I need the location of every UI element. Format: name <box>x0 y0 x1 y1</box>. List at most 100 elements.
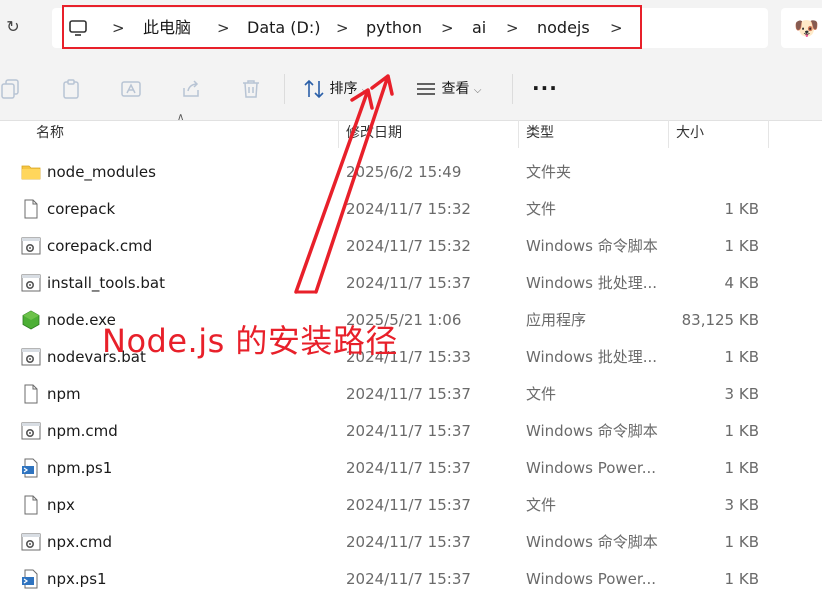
file-row[interactable]: npm 2024/11/7 15:37 文件 3 KB <box>0 376 822 413</box>
file-size: 1 KB <box>724 570 759 588</box>
file-size: 1 KB <box>724 348 759 366</box>
script-gear-icon <box>21 347 41 367</box>
file-type: 文件 <box>526 496 557 514</box>
file-modified-date: 2024/11/7 15:37 <box>346 274 471 292</box>
file-size: 1 KB <box>724 459 759 477</box>
file-icon <box>21 199 41 219</box>
file-type: Windows Power... <box>526 570 657 588</box>
file-modified-date: 2024/11/7 15:37 <box>346 459 471 477</box>
file-modified-date: 2024/11/7 15:37 <box>346 385 471 403</box>
file-type: Windows 批处理... <box>526 348 658 366</box>
file-row[interactable]: corepack 2024/11/7 15:32 文件 1 KB <box>0 191 822 228</box>
file-row[interactable]: npm.cmd 2024/11/7 15:37 Windows 命令脚本 1 KB <box>0 413 822 450</box>
file-modified-date: 2024/11/7 15:37 <box>346 422 471 440</box>
powershell-file-icon <box>21 569 41 589</box>
monitor-icon[interactable] <box>68 8 88 48</box>
file-name: npm.ps1 <box>47 459 113 477</box>
file-modified-date: 2024/11/7 15:32 <box>346 237 471 255</box>
share-icon[interactable] <box>180 78 202 100</box>
file-row[interactable]: install_tools.bat 2024/11/7 15:37 Windows … <box>0 265 822 302</box>
file-name: install_tools.bat <box>47 274 165 292</box>
node-hexagon-icon <box>21 310 41 330</box>
column-header-name[interactable]: 名称 <box>36 120 64 146</box>
file-type: Windows 命令脚本 <box>526 237 658 255</box>
column-header-date[interactable]: 修改日期 <box>346 120 402 146</box>
paste-icon[interactable] <box>60 78 82 100</box>
breadcrumb-separator[interactable]: > <box>506 8 519 48</box>
toolbar-divider <box>284 74 285 104</box>
file-type: Windows 批处理... <box>526 274 658 292</box>
folder-icon <box>21 162 41 182</box>
file-modified-date: 2024/11/7 15:37 <box>346 570 471 588</box>
column-header-type[interactable]: 类型 <box>526 120 554 146</box>
delete-icon[interactable] <box>240 78 262 100</box>
column-header-size[interactable]: 大小 <box>676 120 704 146</box>
view-button[interactable]: 查看 ⌵ <box>415 76 482 102</box>
search-box[interactable]: 🐶 <box>781 8 822 48</box>
file-row[interactable]: npm.ps1 2024/11/7 15:37 Windows Power... 1 … <box>0 450 822 487</box>
breadcrumb-separator[interactable]: > <box>441 8 454 48</box>
breadcrumb-ai[interactable]: ai <box>472 8 486 48</box>
file-type: 文件 <box>526 200 557 218</box>
file-type: Windows 命令脚本 <box>526 422 658 440</box>
sort-button[interactable]: 排序 ⌵ <box>303 76 370 102</box>
file-size: 83,125 KB <box>681 311 759 329</box>
view-label: 查看 <box>441 81 470 97</box>
copy-icon[interactable] <box>0 78 22 100</box>
file-row[interactable]: corepack.cmd 2024/11/7 15:32 Windows 命令脚本 1… <box>0 228 822 265</box>
file-name: npm.cmd <box>47 422 118 440</box>
file-name: corepack <box>47 200 116 218</box>
refresh-icon[interactable]: ↻ <box>4 18 22 36</box>
file-type: Windows 命令脚本 <box>526 533 658 551</box>
column-resize-handle[interactable] <box>668 120 669 148</box>
file-name: corepack.cmd <box>47 237 153 255</box>
command-bar: 排序 ⌵ 查看 ⌵ ··· <box>0 58 822 121</box>
file-icon <box>21 384 41 404</box>
breadcrumb-separator[interactable]: > <box>336 8 349 48</box>
more-options-button[interactable]: ··· <box>532 76 558 100</box>
file-size: 1 KB <box>724 422 759 440</box>
annotation-text: Node.js 的安装路径 <box>102 322 398 360</box>
file-row[interactable]: node_modules 2025/6/2 15:49 文件夹 <box>0 154 822 191</box>
script-gear-icon <box>21 273 41 293</box>
column-header-row: 名称 修改日期 类型 大小 <box>0 120 822 148</box>
file-type: 文件 <box>526 385 557 403</box>
breadcrumb-nodejs[interactable]: nodejs <box>537 8 590 48</box>
dog-avatar-icon: 🐶 <box>794 16 819 40</box>
file-row[interactable]: npx 2024/11/7 15:37 文件 3 KB <box>0 487 822 524</box>
powershell-file-icon <box>21 458 41 478</box>
file-modified-date: 2024/11/7 15:37 <box>346 533 471 551</box>
file-size: 1 KB <box>724 237 759 255</box>
breadcrumb-python[interactable]: python <box>366 8 422 48</box>
file-modified-date: 2024/11/7 15:32 <box>346 200 471 218</box>
rename-icon[interactable] <box>120 78 142 100</box>
file-size: 3 KB <box>724 496 759 514</box>
file-name: node_modules <box>47 163 156 181</box>
file-row[interactable]: npx.cmd 2024/11/7 15:37 Windows 命令脚本 1 KB <box>0 524 822 561</box>
file-type: 文件夹 <box>526 163 572 181</box>
file-size: 1 KB <box>724 533 759 551</box>
view-lines-icon <box>417 83 435 95</box>
file-icon <box>21 495 41 515</box>
script-gear-icon <box>21 421 41 441</box>
column-resize-handle[interactable] <box>338 120 339 148</box>
address-bar[interactable]: > 此电脑 > Data (D:) > python > ai > nodejs… <box>52 8 768 48</box>
file-size: 3 KB <box>724 385 759 403</box>
toolbar-divider <box>512 74 513 104</box>
title-bar: ↻ > 此电脑 > Data (D:) > python > ai > node… <box>0 0 822 58</box>
sort-arrows-icon <box>304 79 324 99</box>
breadcrumb-this-pc[interactable]: 此电脑 <box>143 8 191 48</box>
breadcrumb-drive[interactable]: Data (D:) <box>247 8 320 48</box>
chevron-down-icon: ⌵ <box>473 85 482 96</box>
file-type: 应用程序 <box>526 311 587 329</box>
file-row[interactable]: npx.ps1 2024/11/7 15:37 Windows Power... 1 … <box>0 561 822 598</box>
file-name: npm <box>47 385 81 403</box>
column-resize-handle[interactable] <box>768 120 769 148</box>
breadcrumb-separator[interactable]: > <box>112 8 125 48</box>
file-name: npx.ps1 <box>47 570 107 588</box>
script-gear-icon <box>21 236 41 256</box>
breadcrumb-separator[interactable]: > <box>217 8 230 48</box>
column-resize-handle[interactable] <box>518 120 519 148</box>
breadcrumb-separator[interactable]: > <box>610 8 623 48</box>
file-size: 1 KB <box>724 200 759 218</box>
